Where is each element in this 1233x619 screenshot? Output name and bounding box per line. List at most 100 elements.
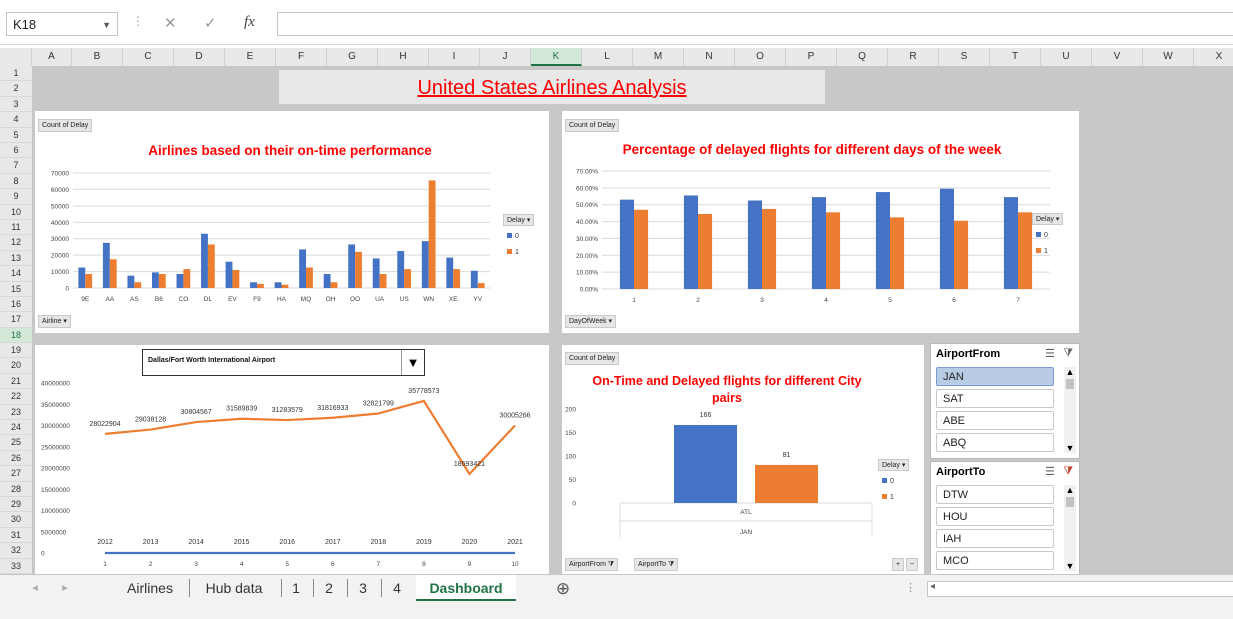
row-header-18[interactable]: 18 xyxy=(0,327,32,344)
column-header-a[interactable]: A xyxy=(32,48,72,66)
multi-select-icon[interactable]: ☰ xyxy=(1045,347,1055,360)
row-header-16[interactable]: 16 xyxy=(0,297,32,313)
row-header-1[interactable]: 1 xyxy=(0,66,32,82)
row-header-8[interactable]: 8 xyxy=(0,174,32,190)
slicer-item[interactable]: DTW xyxy=(936,485,1054,504)
sheet-tab[interactable]: 2 xyxy=(314,575,344,602)
field-airline[interactable]: Airline ▾ xyxy=(38,315,71,328)
clear-filter-icon[interactable]: ⧩ xyxy=(1063,347,1073,360)
legend-delay-filter[interactable]: Delay ▾ xyxy=(1032,213,1064,225)
sheet-tab[interactable]: Hub data xyxy=(190,575,278,602)
airline-performance-chart[interactable]: Count of Delay Airlines based on their o… xyxy=(35,111,549,333)
clear-filter-icon[interactable]: ⧩ xyxy=(1063,465,1073,478)
column-header-i[interactable]: I xyxy=(429,48,480,66)
row-header-7[interactable]: 7 xyxy=(0,158,32,174)
column-header-t[interactable]: T xyxy=(990,48,1041,66)
column-header-x[interactable]: X xyxy=(1194,48,1233,66)
column-header-m[interactable]: M xyxy=(633,48,684,66)
slicer-item[interactable]: JAN xyxy=(936,367,1054,386)
add-sheet-button[interactable]: ⊕ xyxy=(552,575,574,602)
field-airportfrom[interactable]: AirportFrom ⧩ xyxy=(565,558,619,571)
column-header-f[interactable]: F xyxy=(276,48,327,66)
slicer-item[interactable]: SAT xyxy=(936,389,1054,408)
row-header-12[interactable]: 12 xyxy=(0,235,32,251)
row-header-15[interactable]: 15 xyxy=(0,282,32,297)
sheet-tab[interactable]: 4 xyxy=(382,575,412,602)
formula-input[interactable] xyxy=(277,12,1233,36)
column-header-j[interactable]: J xyxy=(480,48,531,66)
expand-button[interactable]: + xyxy=(892,558,905,571)
chevron-up-icon[interactable]: ▲ xyxy=(1064,485,1076,495)
column-header-e[interactable]: E xyxy=(225,48,276,66)
column-header-l[interactable]: L xyxy=(582,48,633,66)
name-box[interactable]: K18 ▼ xyxy=(6,12,118,36)
scroll-left-icon[interactable]: ◂ xyxy=(28,575,42,602)
column-header-p[interactable]: P xyxy=(786,48,837,66)
slicer-item[interactable]: HOU xyxy=(936,507,1054,526)
scroll-thumb[interactable] xyxy=(1066,379,1074,389)
row-header-13[interactable]: 13 xyxy=(0,251,32,267)
column-header-g[interactable]: G xyxy=(327,48,378,66)
horizontal-scrollbar[interactable]: ◂ xyxy=(927,581,1233,597)
collapse-button[interactable]: − xyxy=(906,558,919,571)
column-header-h[interactable]: H xyxy=(378,48,429,66)
column-header-c[interactable]: C xyxy=(123,48,174,66)
chevron-down-icon[interactable]: ▼ xyxy=(1064,443,1076,453)
row-header-26[interactable]: 26 xyxy=(0,451,32,467)
row-header-23[interactable]: 23 xyxy=(0,405,32,421)
chevron-down-icon[interactable]: ▼ xyxy=(1064,561,1076,571)
row-header-5[interactable]: 5 xyxy=(0,128,32,143)
legend-delay-filter[interactable]: Delay ▾ xyxy=(878,459,910,471)
slicer-item[interactable]: ABQ xyxy=(936,433,1054,452)
passenger-trend-chart[interactable]: Dallas/Fort Worth International Airport … xyxy=(35,345,549,574)
chevron-down-icon[interactable]: ▼ xyxy=(102,13,111,37)
column-header-r[interactable]: R xyxy=(888,48,939,66)
legend-delay-filter[interactable]: Delay ▾ xyxy=(503,214,535,226)
row-header-33[interactable]: 33 xyxy=(0,559,32,574)
row-header-22[interactable]: 22 xyxy=(0,389,32,405)
city-pair-chart[interactable]: Count of Delay On-Time and Delayed fligh… xyxy=(562,345,924,574)
column-header-n[interactable]: N xyxy=(684,48,735,66)
column-header-k[interactable]: K xyxy=(531,48,582,66)
select-all-corner[interactable] xyxy=(0,48,32,66)
scroll-right-icon[interactable]: ▸ xyxy=(58,575,72,602)
slicer-scrollbar[interactable]: ▲ ▼ xyxy=(1064,485,1076,571)
row-header-19[interactable]: 19 xyxy=(0,343,32,359)
column-header-b[interactable]: B xyxy=(72,48,123,66)
row-header-25[interactable]: 25 xyxy=(0,435,32,451)
row-header-2[interactable]: 2 xyxy=(0,81,32,97)
column-header-u[interactable]: U xyxy=(1041,48,1092,66)
row-header-28[interactable]: 28 xyxy=(0,482,32,498)
slicer-item[interactable]: MCO xyxy=(936,551,1054,570)
slicer-scrollbar[interactable]: ▲ ▼ xyxy=(1064,367,1076,453)
row-header-20[interactable]: 20 xyxy=(0,358,32,374)
row-header-31[interactable]: 31 xyxy=(0,528,32,544)
field-dayofweek[interactable]: DayOfWeek ▾ xyxy=(565,315,617,328)
column-header-s[interactable]: S xyxy=(939,48,990,66)
row-header-3[interactable]: 3 xyxy=(0,97,32,113)
enter-icon[interactable]: ✓ xyxy=(204,14,217,32)
field-airportto[interactable]: AirportTo ⧩ xyxy=(634,558,679,571)
insert-function-icon[interactable]: fx xyxy=(244,14,255,31)
row-header-6[interactable]: 6 xyxy=(0,143,32,159)
row-header-14[interactable]: 14 xyxy=(0,266,32,282)
chevron-up-icon[interactable]: ▲ xyxy=(1064,367,1076,377)
scroll-thumb[interactable] xyxy=(1066,497,1074,507)
row-header-21[interactable]: 21 xyxy=(0,374,32,390)
row-header-27[interactable]: 27 xyxy=(0,466,32,482)
row-header-4[interactable]: 4 xyxy=(0,112,32,128)
row-header-30[interactable]: 30 xyxy=(0,512,32,528)
slicer-item[interactable]: IAH xyxy=(936,529,1054,548)
sheet-tab[interactable]: 1 xyxy=(282,575,310,602)
row-header-9[interactable]: 9 xyxy=(0,189,32,205)
weekday-delay-chart[interactable]: Count of Delay Percentage of delayed fli… xyxy=(562,111,1079,333)
row-header-10[interactable]: 10 xyxy=(0,205,32,220)
multi-select-icon[interactable]: ☰ xyxy=(1045,465,1055,478)
column-header-q[interactable]: Q xyxy=(837,48,888,66)
row-header-32[interactable]: 32 xyxy=(0,543,32,559)
slicer-airportto[interactable]: AirportTo ☰ ⧩ DTW HOU IAH MCO ▲ ▼ xyxy=(930,461,1080,576)
sheet-tab[interactable]: 3 xyxy=(348,575,378,602)
column-header-d[interactable]: D xyxy=(174,48,225,66)
row-header-11[interactable]: 11 xyxy=(0,220,32,236)
slicer-airportfrom[interactable]: AirportFrom ☰ ⧩ JAN SAT ABE ABQ ▲ ▼ xyxy=(930,343,1080,459)
